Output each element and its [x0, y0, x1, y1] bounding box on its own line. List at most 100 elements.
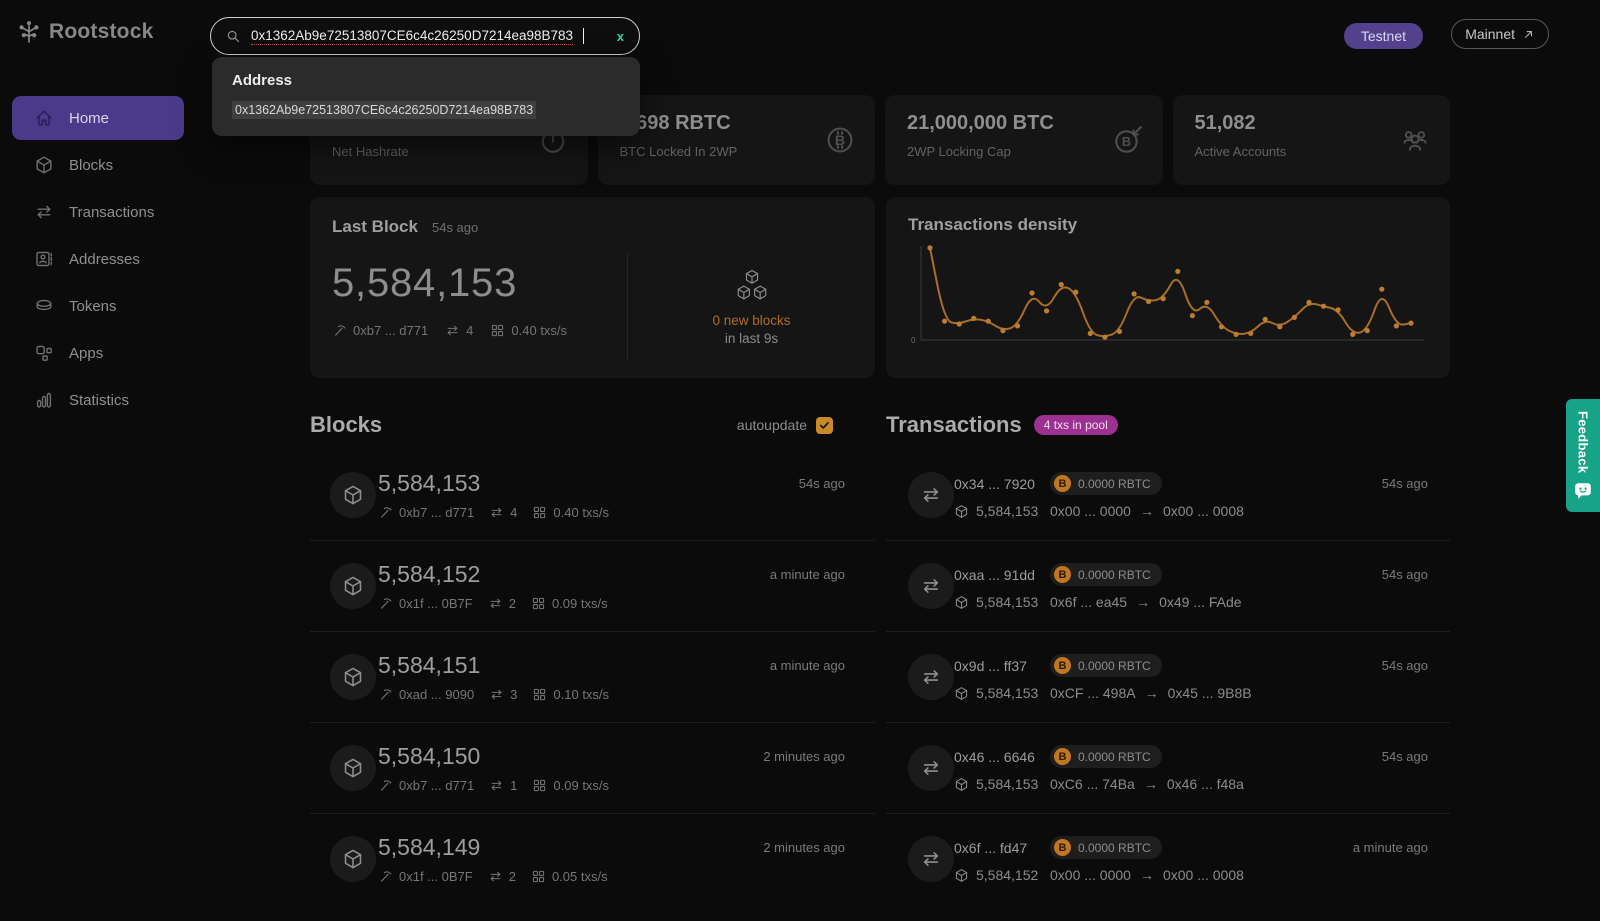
tx-to-address[interactable]: 0x00 ... 0008 [1163, 503, 1244, 519]
autoupdate-label: autoupdate [737, 417, 807, 433]
block-miner[interactable]: 0x1f ... 0B7F [378, 596, 473, 611]
rbtc-coin-icon [1054, 475, 1071, 492]
sidebar-item-home[interactable]: Home [12, 96, 184, 140]
block-miner[interactable]: 0x1f ... 0B7F [378, 869, 473, 884]
tx-to-address[interactable]: 0x49 ... FAde [1159, 594, 1242, 610]
density-chart-title: Transactions density [908, 215, 1428, 235]
sidebar-item-statistics[interactable]: Statistics [12, 378, 297, 422]
transaction-row[interactable]: 0x46 ... 6646 0.0000 RBTC 5,584,153 0xC6… [886, 723, 1450, 814]
external-link-icon [1522, 28, 1535, 41]
tx-timestamp: 54s ago [1382, 658, 1428, 673]
tx-transfer-icon [908, 563, 954, 609]
tx-to-address[interactable]: 0x46 ... f48a [1167, 776, 1244, 792]
transaction-row[interactable]: 0x34 ... 7920 0.0000 RBTC 5,584,153 0x00… [886, 450, 1450, 541]
transfer-icon [488, 869, 503, 884]
search-result-address[interactable]: 0x1362Ab9e72513807CE6c4c26250D7214ea98B7… [232, 101, 536, 119]
transactions-section-title: Transactions [886, 412, 1022, 438]
block-cube-icon [330, 745, 376, 791]
people-icon [1400, 125, 1430, 155]
transaction-row[interactable]: 0x9d ... ff37 0.0000 RBTC 5,584,153 0xCF… [886, 632, 1450, 723]
last-block-miner[interactable]: 0xb7 ... d771 [332, 323, 428, 338]
home-icon [34, 108, 54, 128]
transfer-icon [445, 323, 460, 338]
sidebar-item-transactions[interactable]: Transactions [12, 190, 297, 234]
block-row[interactable]: 5,584,153 0xb7 ... d771 4 0.40 txs/s 54s… [310, 450, 875, 541]
tx-from-address[interactable]: 0xC6 ... 74Ba [1050, 776, 1135, 792]
search-clear-button[interactable]: x [617, 29, 624, 44]
block-tx-count: 2 [488, 596, 516, 611]
transaction-row[interactable]: 0x6f ... fd47 0.0000 RBTC 5,584,152 0x00… [886, 814, 1450, 905]
density-line-chart: 0 [908, 242, 1424, 354]
tx-from-address[interactable]: 0x00 ... 0000 [1050, 503, 1131, 519]
transfer-icon [34, 202, 54, 222]
cube-icon [954, 595, 969, 610]
last-block-time: 54s ago [432, 220, 478, 235]
block-row[interactable]: 5,584,151 0xad ... 9090 3 0.10 txs/s a m… [310, 632, 875, 723]
right-arrow-icon [1140, 503, 1154, 519]
blocks-stack-icon [735, 268, 769, 302]
tx-to-address[interactable]: 0x45 ... 9B8B [1168, 685, 1252, 701]
miner-pickaxe-icon [332, 323, 347, 338]
transaction-row[interactable]: 0xaa ... 91dd 0.0000 RBTC 5,584,153 0x6f… [886, 541, 1450, 632]
tx-from-to: 0x6f ... ea45 0x49 ... FAde [1050, 594, 1450, 610]
logo-text: Rootstock [49, 20, 153, 44]
block-miner[interactable]: 0xad ... 9090 [378, 687, 474, 702]
sidebar-item-label: Home [69, 110, 109, 127]
feedback-button[interactable]: Feedback [1566, 399, 1600, 512]
tx-hash-link[interactable]: 0x6f ... fd47 [954, 840, 1050, 856]
block-cube-icon [330, 472, 376, 518]
tx-hash-link[interactable]: 0x34 ... 7920 [954, 476, 1050, 492]
blocks-list: 5,584,153 0xb7 ... d771 4 0.40 txs/s 54s… [310, 450, 875, 905]
tx-from-address[interactable]: 0xCF ... 498A [1050, 685, 1136, 701]
right-arrow-icon [1140, 867, 1154, 883]
tx-block-link[interactable]: 5,584,152 [954, 867, 1050, 883]
search-value[interactable]: 0x1362Ab9e72513807CE6c4c26250D7214ea98B7… [251, 28, 573, 45]
last-block-tx-rate: 0.40 txs/s [490, 323, 567, 338]
block-row[interactable]: 5,584,149 0x1f ... 0B7F 2 0.05 txs/s 2 m… [310, 814, 875, 905]
autoupdate-checkbox[interactable] [816, 417, 833, 434]
block-row[interactable]: 5,584,150 0xb7 ... d771 1 0.09 txs/s 2 m… [310, 723, 875, 814]
tx-to-address[interactable]: 0x00 ... 0008 [1163, 867, 1244, 883]
sidebar-item-addresses[interactable]: Addresses [12, 237, 297, 281]
contact-card-icon [34, 249, 54, 269]
rbtc-coin-icon [1054, 748, 1071, 765]
right-arrow-icon [1144, 776, 1158, 792]
tx-hash-link[interactable]: 0x46 ... 6646 [954, 749, 1050, 765]
tx-timestamp: a minute ago [1353, 840, 1428, 855]
tx-transfer-icon [908, 745, 954, 791]
tx-from-to: 0x00 ... 0000 0x00 ... 0008 [1050, 503, 1450, 519]
block-miner[interactable]: 0xb7 ... d771 [378, 778, 474, 793]
block-miner[interactable]: 0xb7 ... d771 [378, 505, 474, 520]
sidebar-item-tokens[interactable]: Tokens [12, 284, 297, 328]
tx-hash-link[interactable]: 0x9d ... ff37 [954, 658, 1050, 674]
tx-from-address[interactable]: 0x6f ... ea45 [1050, 594, 1127, 610]
transfer-icon [489, 505, 504, 520]
block-tx-rate: 0.05 txs/s [531, 869, 608, 884]
sidebar-item-blocks[interactable]: Blocks [12, 143, 297, 187]
tx-block-link[interactable]: 5,584,153 [954, 776, 1050, 792]
tx-from-address[interactable]: 0x00 ... 0000 [1050, 867, 1131, 883]
search-input[interactable]: 0x1362Ab9e72513807CE6c4c26250D7214ea98B7… [210, 17, 640, 55]
tx-block-link[interactable]: 5,584,153 [954, 685, 1050, 701]
mainnet-button[interactable]: Mainnet [1451, 19, 1549, 49]
block-tx-count: 2 [488, 869, 516, 884]
block-tx-count: 3 [489, 687, 517, 702]
testnet-button[interactable]: Testnet [1344, 23, 1423, 49]
rootstock-logo-icon [16, 19, 42, 45]
stat-value: 5,698 RBTC [620, 112, 854, 135]
sidebar-item-apps[interactable]: Apps [12, 331, 297, 375]
block-timestamp: 2 minutes ago [763, 840, 845, 855]
panels-row: Last Block 54s ago 5,584,153 0xb7 ... d7… [310, 197, 1450, 378]
tx-block-link[interactable]: 5,584,153 [954, 594, 1050, 610]
block-row[interactable]: 5,584,152 0x1f ... 0B7F 2 0.09 txs/s a m… [310, 541, 875, 632]
block-tx-rate: 0.09 txs/s [531, 596, 608, 611]
transfer-icon [489, 778, 504, 793]
rootstock-logo[interactable]: Rootstock [16, 19, 153, 45]
search-result-type: Address [232, 72, 620, 89]
tx-amount-pill: 0.0000 RBTC [1050, 472, 1162, 495]
bar-chart-icon [34, 390, 54, 410]
tx-block-link[interactable]: 5,584,153 [954, 503, 1050, 519]
stat-value: 51,082 [1195, 112, 1429, 135]
transfer-icon [488, 596, 503, 611]
tx-hash-link[interactable]: 0xaa ... 91dd [954, 567, 1050, 583]
